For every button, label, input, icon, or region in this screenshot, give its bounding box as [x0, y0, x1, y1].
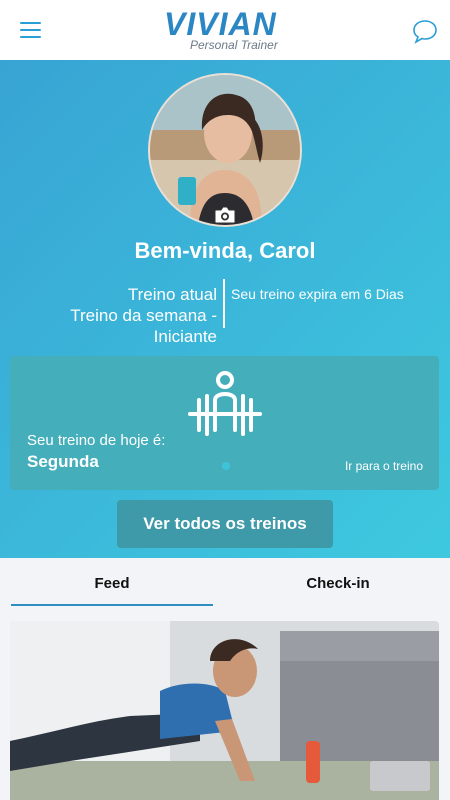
- today-workout-day: Segunda: [27, 452, 99, 471]
- go-to-workout-link[interactable]: Ir para o treino: [345, 459, 423, 473]
- tab-checkin[interactable]: Check-in: [237, 562, 439, 606]
- avatar: [148, 73, 302, 227]
- current-workout-info: Treino atual Treino da semana - Iniciant…: [40, 284, 217, 347]
- logo-subtitle: Personal Trainer: [190, 38, 278, 52]
- expiry-text: Seu treino expira em 6 Dias: [231, 286, 404, 302]
- weightlifter-icon: [188, 371, 262, 436]
- menu-icon[interactable]: [20, 22, 41, 38]
- app-logo: VIVIAN Personal Trainer: [164, 6, 288, 54]
- current-workout-name: Treino da semana - Iniciante: [70, 306, 217, 346]
- greeting: Bem-vinda, Carol: [134, 238, 316, 263]
- info-divider: [223, 279, 225, 328]
- view-all-workouts-button[interactable]: Ver todos os treinos: [117, 500, 333, 548]
- workout-photo: [10, 621, 439, 800]
- today-workout-label: Seu treino de hoje é:: [27, 432, 166, 449]
- carousel-dot[interactable]: [222, 462, 230, 470]
- current-workout-label: Treino atual: [127, 285, 217, 304]
- feed-post-image[interactable]: [10, 621, 439, 800]
- avatar-photo: [150, 75, 300, 225]
- camera-icon[interactable]: [214, 206, 236, 224]
- chat-icon[interactable]: [412, 18, 438, 44]
- active-tab-indicator: [11, 604, 213, 606]
- tab-feed[interactable]: Feed: [11, 562, 213, 606]
- top-bar: VIVIAN Personal Trainer: [0, 0, 450, 60]
- profile-hero: Bem-vinda, Carol Treino atual Treino da …: [0, 60, 450, 558]
- today-workout-card[interactable]: Seu treino de hoje é: Segunda Ir para o …: [10, 356, 439, 490]
